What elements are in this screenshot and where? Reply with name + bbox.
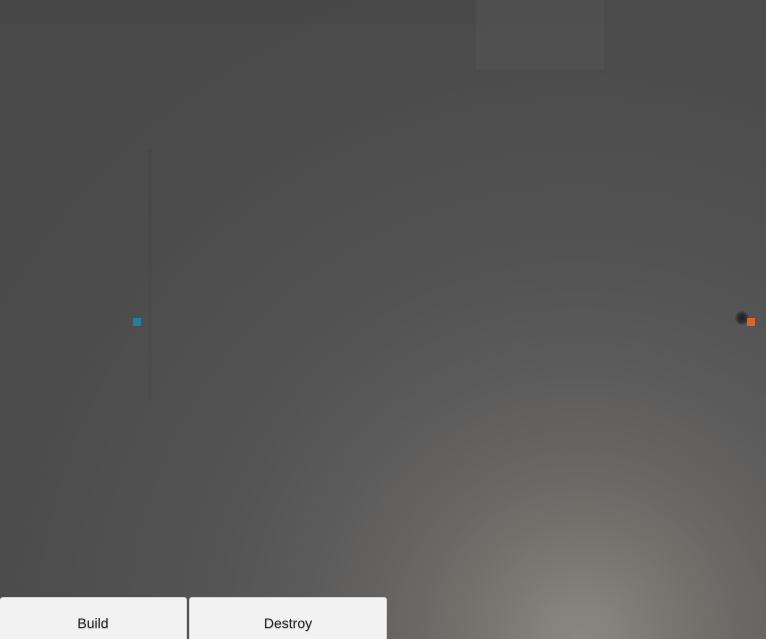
game-viewport[interactable]: Build Destroy	[0, 0, 766, 639]
blue-marker[interactable]	[133, 318, 141, 326]
wall-block	[0, 0, 476, 24]
tool-bar: Build Destroy	[0, 597, 388, 639]
destroy-button[interactable]: Destroy	[189, 597, 387, 639]
wall-block	[476, 0, 604, 70]
destroy-button-label: Destroy	[263, 614, 313, 631]
light-glow	[0, 0, 766, 639]
wall-edge	[148, 150, 152, 400]
build-button-label: Build	[77, 614, 109, 631]
orange-marker[interactable]	[747, 318, 755, 326]
build-button[interactable]: Build	[0, 597, 187, 639]
